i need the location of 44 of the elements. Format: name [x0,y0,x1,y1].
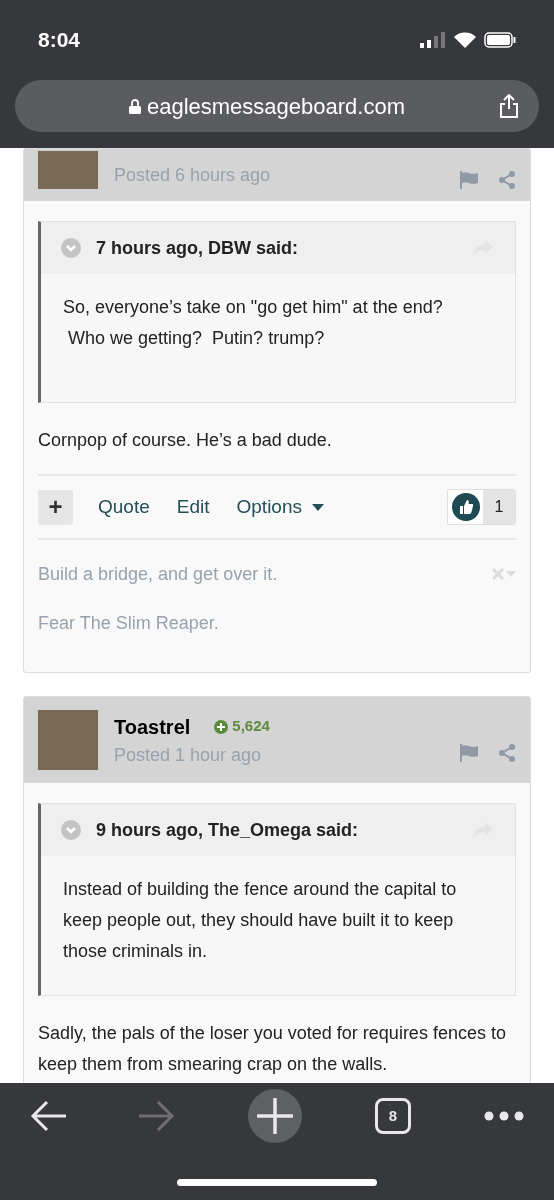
avatar-photo-placeholder [38,710,98,770]
quote-text: Who we getting? Putin? trump? [67,327,326,350]
author-name[interactable]: Toastrel [114,711,191,742]
post-text: Sadly, the pals of the loser you voted for requires fences to keep them from smearing crap on the walls. [38,1022,507,1076]
quote-header: 9 hours ago, The_Omega said: [96,818,359,842]
battery-icon [484,32,516,48]
options-dropdown[interactable]: Options [236,492,324,522]
back-arrow-icon[interactable] [30,1100,66,1132]
avatar-photo-placeholder [38,151,98,189]
signature-text: Build a bridge, and get over it. [38,563,278,586]
close-icon[interactable] [492,568,504,580]
flag-icon[interactable] [460,744,480,762]
caret-icon [312,503,324,511]
forward-arrow-icon[interactable] [139,1100,175,1132]
url-text: eaglesmessageboard.com [146,92,405,121]
post-text: Cornpop of course. He’s a bad dude. [38,429,333,452]
action-link[interactable]: Quote [98,492,150,522]
expand-button[interactable]: + [38,489,73,525]
plus-circle-icon [214,719,229,734]
thumbs-up-icon [451,493,480,521]
more-icon[interactable] [484,1111,524,1121]
plus-icon [257,1098,293,1134]
collapse-chevron-icon[interactable] [61,820,81,840]
wifi-icon [454,32,476,48]
like-count: 1 [483,490,515,524]
lock-icon [128,98,141,114]
post-time: Posted 1 hour ago [114,743,263,767]
tab-count-button[interactable]: 8 [375,1098,411,1134]
caret-icon[interactable] [506,571,516,577]
address-bar[interactable]: eaglesmessageboard.com [15,80,539,132]
post-time: Posted 6 hours ago [114,164,271,187]
action-link[interactable]: Edit [176,492,210,522]
quote-text: Instead of building the fence around the capital to keep people out, they should have built it to keep those criminals in. [63,878,458,963]
quote-header: 7 hours ago, DBW said: [96,236,299,260]
reputation-count: 5,624 [232,716,270,737]
status-time: 8:04 [38,27,81,54]
flag-icon[interactable] [460,171,480,189]
signature-text: Fear The Slim Reaper. [38,612,220,635]
signal-icon [420,32,446,48]
like-counter[interactable]: 1 [447,489,516,525]
collapse-chevron-icon[interactable] [61,238,81,258]
new-tab-button[interactable] [248,1089,302,1143]
share-icon[interactable] [499,94,519,118]
quote-text: So, everyone’s take on "go get him" at the end? [63,296,444,319]
